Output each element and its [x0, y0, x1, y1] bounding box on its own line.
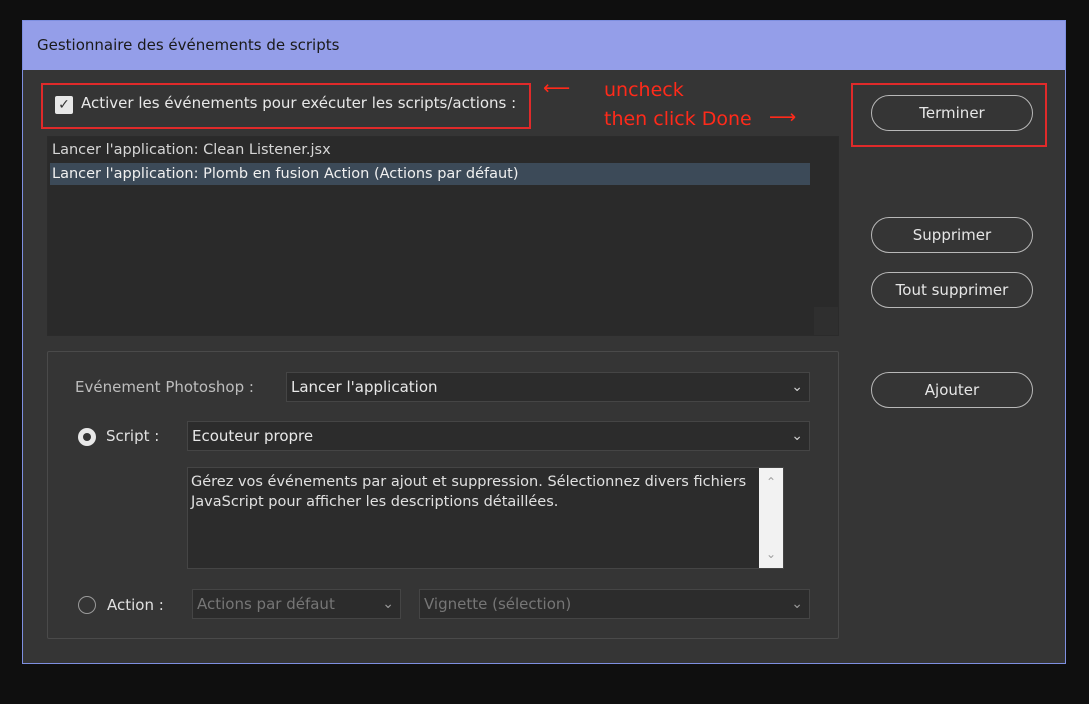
- scroll-up-icon[interactable]: ⌃: [759, 472, 783, 492]
- action-label: Action :: [107, 596, 164, 614]
- action-set-value: Actions par défaut: [197, 595, 335, 613]
- script-events-dialog: Gestionnaire des événements de scripts ✓…: [22, 20, 1066, 664]
- script-label: Script :: [106, 427, 160, 445]
- action-value: Vignette (sélection): [424, 595, 572, 613]
- done-button[interactable]: Terminer: [871, 95, 1033, 131]
- list-scrollbar-corner: [814, 307, 838, 335]
- description-text: Gérez vos événements par ajout et suppre…: [191, 474, 747, 510]
- remove-button[interactable]: Supprimer: [871, 217, 1033, 253]
- action-select[interactable]: Vignette (sélection) ⌄: [419, 589, 810, 619]
- chevron-down-icon: ⌄: [382, 596, 394, 612]
- annotation-left-arrow: ⟵: [543, 77, 571, 99]
- enable-events-highlight: ✓ Activer les événements pour exécuter l…: [41, 83, 531, 129]
- annotation-uncheck: uncheck: [604, 79, 684, 101]
- action-radio[interactable]: [78, 596, 96, 614]
- script-value: Ecouteur propre: [192, 427, 314, 445]
- scroll-down-icon[interactable]: ⌄: [759, 544, 783, 564]
- script-select[interactable]: Ecouteur propre ⌄: [187, 421, 810, 451]
- annotation-right-arrow: ⟶: [769, 106, 797, 128]
- enable-events-label: Activer les événements pour exécuter les…: [81, 94, 517, 112]
- events-list[interactable]: Lancer l'application: Clean Listener.jsx…: [47, 136, 839, 336]
- script-description: Gérez vos événements par ajout et suppre…: [187, 467, 784, 569]
- chevron-down-icon: ⌄: [791, 428, 803, 444]
- description-scrollbar[interactable]: ⌃ ⌄: [759, 468, 783, 568]
- photoshop-event-select[interactable]: Lancer l'application ⌄: [286, 372, 810, 402]
- chevron-down-icon: ⌄: [791, 379, 803, 395]
- script-radio[interactable]: [78, 428, 96, 446]
- chevron-down-icon: ⌄: [791, 596, 803, 612]
- enable-events-checkbox[interactable]: ✓: [55, 96, 73, 114]
- photoshop-event-label: Evénement Photoshop :: [75, 378, 254, 396]
- list-item-selected[interactable]: Lancer l'application: Plomb en fusion Ac…: [50, 163, 810, 185]
- add-button[interactable]: Ajouter: [871, 372, 1033, 408]
- list-item[interactable]: Lancer l'application: Clean Listener.jsx: [50, 139, 810, 161]
- annotation-click-done: then click Done: [604, 108, 752, 130]
- remove-all-button[interactable]: Tout supprimer: [871, 272, 1033, 308]
- dialog-title: Gestionnaire des événements de scripts: [23, 21, 1065, 70]
- action-set-select[interactable]: Actions par défaut ⌄: [192, 589, 401, 619]
- photoshop-event-value: Lancer l'application: [291, 378, 438, 396]
